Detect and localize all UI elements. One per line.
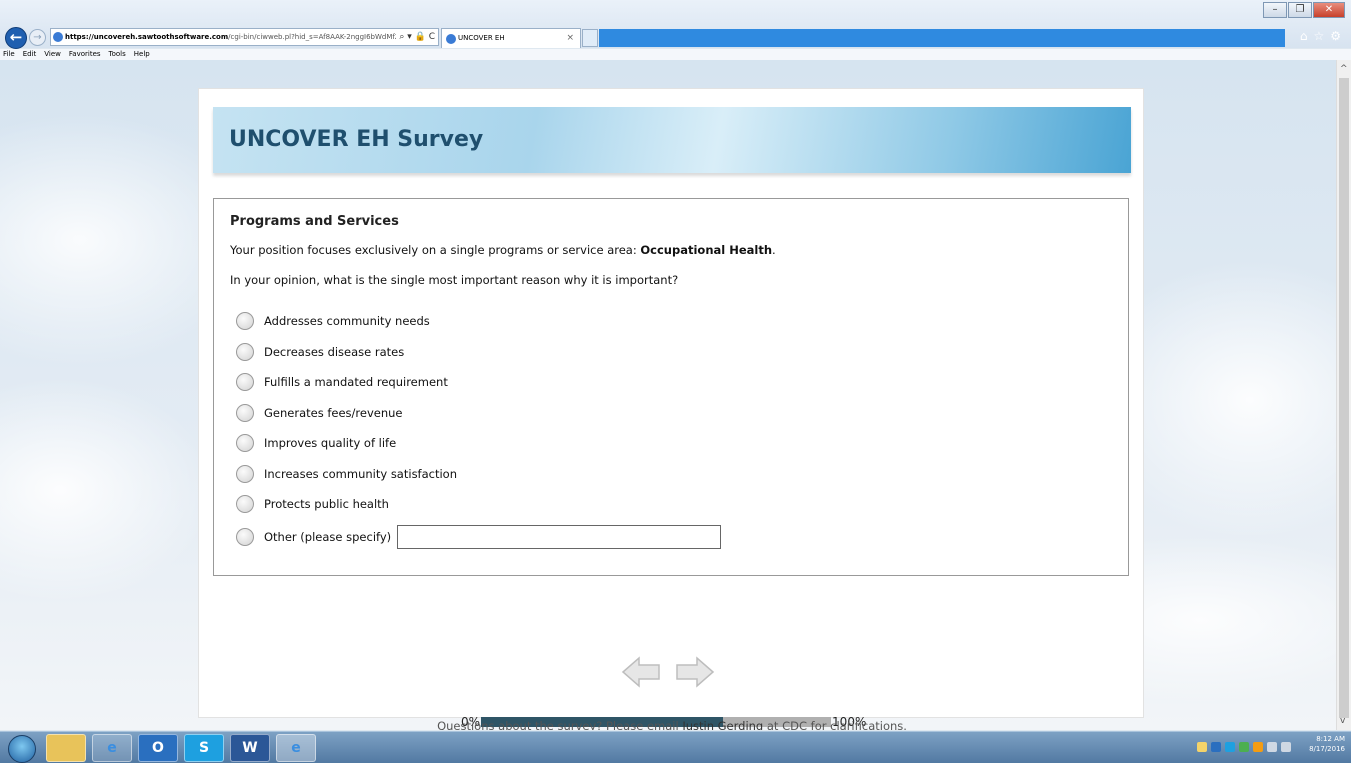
tab-title: UNCOVER EH	[458, 34, 505, 42]
option-other[interactable]: Other (please specify)	[236, 525, 722, 549]
option-label[interactable]: Addresses community needs	[264, 314, 430, 328]
radio-button[interactable]	[236, 343, 254, 361]
option-label[interactable]: Protects public health	[264, 497, 389, 511]
new-tab-button[interactable]	[582, 29, 598, 47]
menu-view[interactable]: View	[44, 49, 61, 60]
browser-titlebar: – ❐ ✕ ← → https://uncovereh.sawtoothsoft…	[0, 0, 1351, 49]
footer-note: Questions about the survey? Please email…	[199, 719, 1145, 730]
option-label[interactable]: Decreases disease rates	[264, 345, 404, 359]
option-label[interactable]: Generates fees/revenue	[264, 406, 403, 420]
option-protects-public-health[interactable]: Protects public health	[236, 494, 389, 514]
tab-favicon-icon	[446, 34, 456, 44]
outlook-tray-icon[interactable]	[1211, 742, 1221, 752]
browser-toolbar-icons: ⌂ ☆ ⚙	[1300, 29, 1341, 43]
scroll-up-icon[interactable]: ^	[1340, 64, 1348, 74]
url-host: https://uncovereh.sawtoothsoftware.com	[65, 33, 229, 41]
skype-tray-icon[interactable]	[1225, 742, 1235, 752]
question-box: Programs and Services Your position focu…	[213, 198, 1129, 576]
section-header: Programs and Services	[230, 214, 399, 229]
scroll-thumb[interactable]	[1339, 78, 1349, 718]
minimize-button[interactable]: –	[1263, 2, 1287, 18]
menu-edit[interactable]: Edit	[23, 49, 37, 60]
menu-favorites[interactable]: Favorites	[69, 49, 101, 60]
scroll-down-icon[interactable]: v	[1340, 716, 1345, 726]
option-increases-community-satisfaction[interactable]: Increases community satisfaction	[236, 464, 457, 484]
tab-uncover-eh[interactable]: UNCOVER EH ×	[441, 28, 581, 48]
address-tools-icons[interactable]: ⌕ ▾ 🔒 C	[396, 29, 435, 45]
volume-tray-icon[interactable]	[1281, 742, 1291, 752]
tab-strip	[599, 29, 1285, 47]
outlook-icon[interactable]: O	[138, 734, 178, 762]
radio-button[interactable]	[236, 404, 254, 422]
option-label[interactable]: Improves quality of life	[264, 436, 396, 450]
forward-arrow-icon[interactable]: →	[29, 29, 46, 46]
menu-tools[interactable]: Tools	[109, 49, 126, 60]
next-arrow-icon[interactable]	[675, 655, 715, 689]
email-contact-link[interactable]: Justin Gerding	[682, 719, 763, 730]
previous-arrow-icon[interactable]	[621, 655, 661, 689]
skype-icon[interactable]: S	[184, 734, 224, 762]
option-label[interactable]: Fulfills a mandated requirement	[264, 375, 448, 389]
back-arrow-icon[interactable]: ←	[5, 27, 27, 49]
internet-explorer-icon[interactable]: e	[92, 734, 132, 762]
other-specify-input[interactable]	[397, 525, 722, 549]
option-label[interactable]: Increases community satisfaction	[264, 467, 457, 481]
vertical-scrollbar[interactable]: ^ v	[1336, 60, 1351, 730]
mail-tray-icon[interactable]	[1197, 742, 1207, 752]
network-tray-icon[interactable]	[1267, 742, 1277, 752]
radio-button[interactable]	[236, 495, 254, 513]
clock-date: 8/17/2016	[1309, 745, 1345, 753]
survey-card: UNCOVER EH Survey Programs and Services …	[198, 88, 1144, 730]
internet-explorer-active-icon[interactable]: e	[276, 734, 316, 762]
radio-button[interactable]	[236, 434, 254, 452]
menu-file[interactable]: File	[3, 49, 15, 60]
tab-close-icon[interactable]: ×	[566, 29, 574, 48]
option-improves-quality-of-life[interactable]: Improves quality of life	[236, 433, 396, 453]
system-tray	[1197, 742, 1291, 752]
option-fulfills-mandated-requirement[interactable]: Fulfills a mandated requirement	[236, 372, 448, 392]
taskbar-clock[interactable]: 8:12 AM 8/17/2016	[1309, 734, 1345, 754]
close-window-button[interactable]: ✕	[1313, 2, 1345, 18]
radio-button[interactable]	[236, 312, 254, 330]
windows-taskbar: e O S W e 8:12 AM 8/17/2016	[0, 731, 1351, 763]
footer-text-pre: Questions about the survey? Please email	[437, 719, 683, 730]
option-decreases-disease-rates[interactable]: Decreases disease rates	[236, 342, 404, 362]
footer-text-post: at CDC for clarifications.	[763, 719, 907, 730]
survey-banner: UNCOVER EH Survey	[213, 107, 1131, 173]
option-generates-fees-revenue[interactable]: Generates fees/revenue	[236, 403, 403, 423]
intro-area: Occupational Health	[640, 243, 773, 257]
favorites-star-icon[interactable]: ☆	[1313, 29, 1324, 43]
start-button-icon[interactable]	[8, 735, 36, 763]
question-text: In your opinion, what is the single most…	[230, 273, 679, 287]
survey-title: UNCOVER EH Survey	[229, 127, 484, 152]
intro-text-body: Your position focuses exclusively on a s…	[230, 243, 641, 257]
menu-help[interactable]: Help	[134, 49, 150, 60]
survey-navigation	[621, 655, 715, 689]
intro-text-end: .	[772, 243, 776, 257]
option-label[interactable]: Other (please specify)	[264, 530, 391, 544]
window-controls: – ❐ ✕	[1263, 2, 1345, 18]
restore-button[interactable]: ❐	[1288, 2, 1312, 18]
update-tray-icon[interactable]	[1253, 742, 1263, 752]
radio-button[interactable]	[236, 528, 254, 546]
radio-button[interactable]	[236, 373, 254, 391]
page-viewport: UNCOVER EH Survey Programs and Services …	[0, 60, 1336, 730]
address-bar[interactable]: https://uncovereh.sawtoothsoftware.com/c…	[50, 28, 439, 46]
option-addresses-community-needs[interactable]: Addresses community needs	[236, 311, 430, 331]
radio-button[interactable]	[236, 465, 254, 483]
url-path: /cgi-bin/ciwweb.pl?hid_s=Af8AAK-2nggI6bW…	[228, 33, 406, 41]
menu-bar: File Edit View Favorites Tools Help	[0, 49, 1351, 60]
clock-time: 8:12 AM	[1316, 735, 1345, 743]
word-icon[interactable]: W	[230, 734, 270, 762]
home-icon[interactable]: ⌂	[1300, 29, 1308, 43]
file-explorer-icon[interactable]	[46, 734, 86, 762]
security-tray-icon[interactable]	[1239, 742, 1249, 752]
settings-gear-icon[interactable]: ⚙	[1330, 29, 1341, 43]
site-favicon-icon	[53, 32, 63, 42]
intro-text: Your position focuses exclusively on a s…	[230, 243, 776, 257]
